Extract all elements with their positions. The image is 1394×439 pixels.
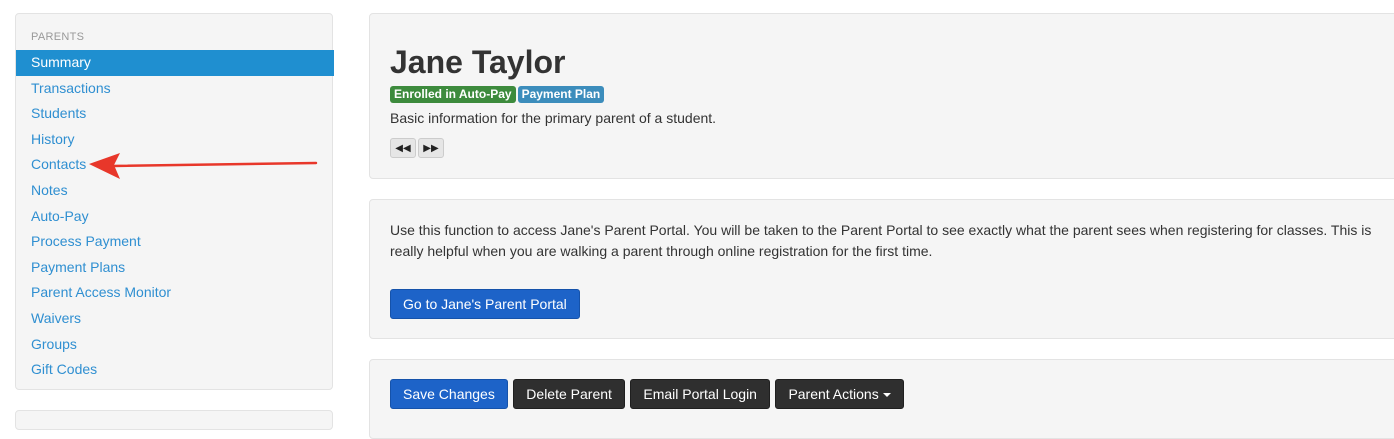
sidebar-item-transactions[interactable]: Transactions	[16, 76, 334, 102]
save-changes-button[interactable]: Save Changes	[390, 379, 508, 409]
secondary-sidebar-panel	[15, 410, 333, 430]
annotation-arrow	[89, 153, 318, 179]
sidebar-item-summary[interactable]: Summary	[16, 50, 334, 76]
sidebar-item-groups[interactable]: Groups	[16, 332, 334, 358]
previous-record-button[interactable]: ◀◀	[390, 138, 416, 158]
caret-down-icon	[882, 393, 891, 398]
sidebar-item-auto-pay[interactable]: Auto-Pay	[16, 204, 334, 230]
portal-description: Use this function to access Jane's Paren…	[390, 222, 1372, 259]
parent-actions-dropdown[interactable]: Parent Actions	[775, 379, 904, 409]
auto-pay-badge: Enrolled in Auto-Pay	[390, 86, 516, 103]
parent-name: Jane Taylor	[390, 44, 566, 80]
actions-panel: Save Changes Delete Parent Email Portal …	[369, 359, 1394, 439]
sidebar-item-students[interactable]: Students	[16, 101, 334, 127]
sidebar-item-parent-access-monitor[interactable]: Parent Access Monitor	[16, 280, 334, 306]
sidebar-item-history[interactable]: History	[16, 127, 334, 153]
sidebar-item-gift-codes[interactable]: Gift Codes	[16, 357, 334, 383]
delete-parent-button[interactable]: Delete Parent	[513, 379, 625, 409]
annotation-arrow-shaft	[110, 161, 318, 168]
parent-actions-label: Parent Actions	[788, 386, 879, 402]
parent-portal-panel: Use this function to access Jane's Paren…	[369, 199, 1394, 339]
record-navigation: ◀◀ ▶▶	[390, 138, 446, 158]
sidebar-item-process-payment[interactable]: Process Payment	[16, 229, 334, 255]
payment-plan-badge: Payment Plan	[517, 86, 605, 103]
status-badges: Enrolled in Auto-Pay Payment Plan	[390, 85, 606, 103]
go-to-parent-portal-button[interactable]: Go to Jane's Parent Portal	[390, 289, 580, 319]
parents-sidebar: PARENTS Summary Transactions Students Hi…	[15, 13, 334, 390]
previous-icon: ◀◀	[395, 143, 411, 154]
profile-panel: Jane Taylor Enrolled in Auto-Pay Payment …	[369, 13, 1394, 179]
next-icon: ▶▶	[423, 143, 439, 154]
sidebar-item-payment-plans[interactable]: Payment Plans	[16, 255, 334, 281]
profile-subtitle: Basic information for the primary parent…	[390, 110, 717, 126]
email-portal-login-button[interactable]: Email Portal Login	[630, 379, 770, 409]
next-record-button[interactable]: ▶▶	[418, 138, 444, 158]
sidebar-header: PARENTS	[31, 31, 85, 43]
sidebar-item-waivers[interactable]: Waivers	[16, 306, 334, 332]
sidebar-nav: Summary Transactions Students History Co…	[16, 50, 334, 383]
action-toolbar: Save Changes Delete Parent Email Portal …	[390, 379, 905, 409]
